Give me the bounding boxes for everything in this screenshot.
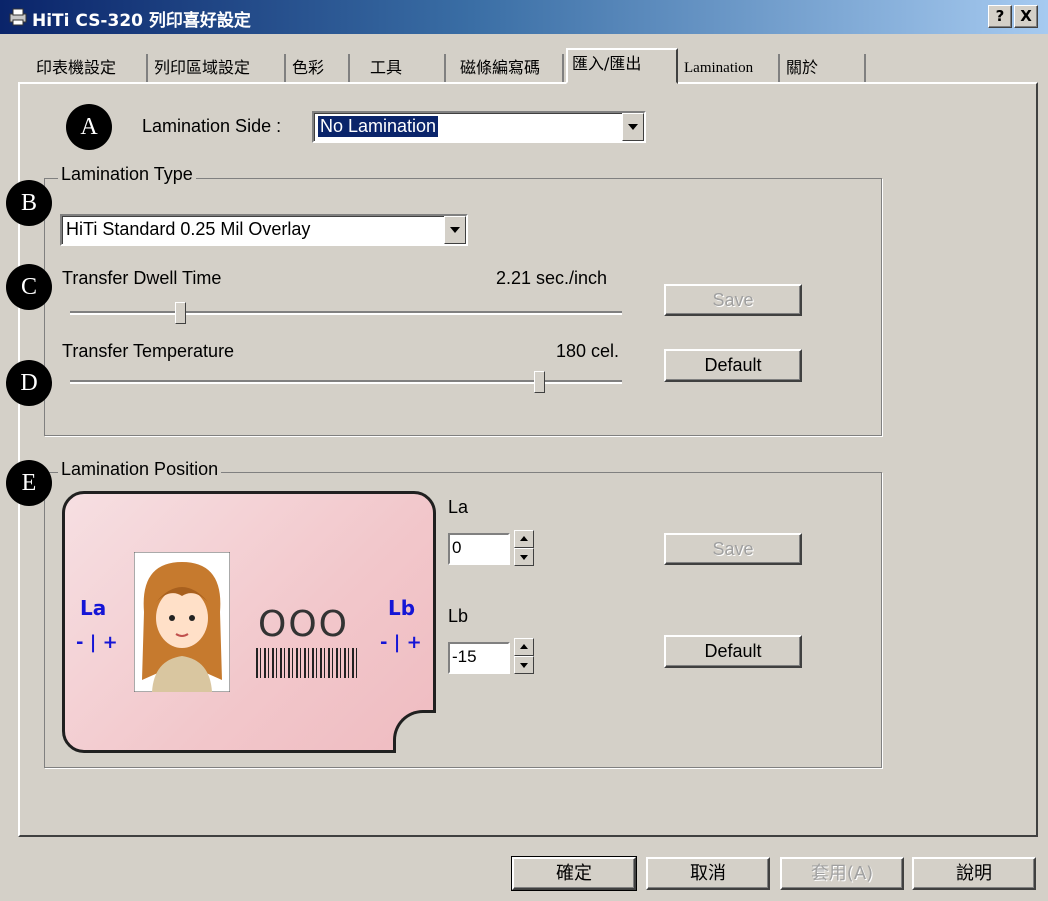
card-la-minus-plus: - | +	[76, 632, 118, 653]
chevron-down-icon[interactable]	[622, 113, 644, 141]
la-label: La	[448, 497, 469, 517]
dwell-time-value: 2.21 sec./inch	[496, 268, 608, 288]
tab-magnetic-encoding[interactable]: 磁條編寫碼	[456, 54, 564, 82]
tab-import-export[interactable]: 匯入/匯出	[566, 48, 678, 84]
lamination-side-label: Lamination Side :	[142, 116, 282, 136]
lamination-side-value: No Lamination	[316, 115, 440, 138]
lamination-position-legend: Lamination Position	[58, 459, 222, 480]
badge-c: C	[6, 264, 52, 310]
spin-up-icon[interactable]	[514, 530, 534, 548]
help-title-button[interactable]: ?	[988, 5, 1012, 28]
lamination-type-legend: Lamination Type	[58, 164, 196, 185]
temperature-slider-thumb[interactable]	[533, 371, 545, 393]
la-input[interactable]: 0	[448, 533, 510, 565]
type-default-button[interactable]: Default	[664, 349, 802, 382]
lamination-type-value: HiTi Standard 0.25 Mil Overlay	[66, 219, 311, 239]
lb-input[interactable]: -15	[448, 642, 510, 674]
apply-button[interactable]: 套用(A)	[780, 857, 904, 890]
cancel-button[interactable]: 取消	[646, 857, 770, 890]
spin-down-icon[interactable]	[514, 656, 534, 674]
printer-icon	[9, 8, 27, 26]
badge-d: D	[6, 360, 52, 406]
barcode-graphic	[256, 648, 360, 678]
badge-e: E	[6, 460, 52, 506]
portrait-image	[134, 552, 230, 692]
position-default-button[interactable]: Default	[664, 635, 802, 668]
dwell-time-slider-thumb[interactable]	[174, 302, 186, 324]
ok-button[interactable]: 確定	[511, 856, 637, 891]
lamination-type-select[interactable]: HiTi Standard 0.25 Mil Overlay	[60, 214, 468, 246]
chevron-down-icon[interactable]	[444, 216, 466, 244]
window-title: HiTi CS-320 列印喜好設定	[32, 11, 251, 31]
card-lb-label: Lb	[388, 596, 416, 620]
badge-b: B	[6, 180, 52, 226]
card-la-label: La	[80, 596, 107, 620]
position-save-button[interactable]: Save	[664, 533, 802, 565]
lb-spinner[interactable]	[514, 638, 534, 674]
dwell-time-label: Transfer Dwell Time	[62, 268, 222, 288]
tab-color[interactable]: 色彩	[288, 54, 350, 82]
card-preview	[62, 491, 436, 753]
tab-print-area[interactable]: 列印區域設定	[150, 54, 286, 82]
title-bar: HiTi CS-320 列印喜好設定 ? X	[0, 0, 1048, 34]
card-corner	[393, 710, 436, 753]
temperature-value: 180 cel.	[556, 341, 620, 361]
tab-tools[interactable]: 工具	[366, 54, 446, 82]
card-circles: OOO	[258, 604, 350, 645]
tab-about[interactable]: 關於	[782, 54, 866, 82]
spin-down-icon[interactable]	[514, 548, 534, 566]
tab-printer-settings[interactable]: 印表機設定	[32, 54, 148, 82]
type-save-button[interactable]: Save	[664, 284, 802, 316]
temperature-label: Transfer Temperature	[62, 341, 235, 361]
close-title-button[interactable]: X	[1014, 5, 1038, 28]
tab-lamination[interactable]: Lamination	[680, 54, 780, 82]
dwell-time-track	[70, 311, 622, 315]
la-spinner[interactable]	[514, 530, 534, 566]
help-button[interactable]: 說明	[912, 857, 1036, 890]
spin-up-icon[interactable]	[514, 638, 534, 656]
card-lb-minus-plus: - | +	[380, 632, 422, 653]
lamination-side-select[interactable]: No Lamination	[312, 111, 646, 143]
badge-a: A	[66, 104, 112, 150]
lb-label: Lb	[448, 606, 469, 626]
